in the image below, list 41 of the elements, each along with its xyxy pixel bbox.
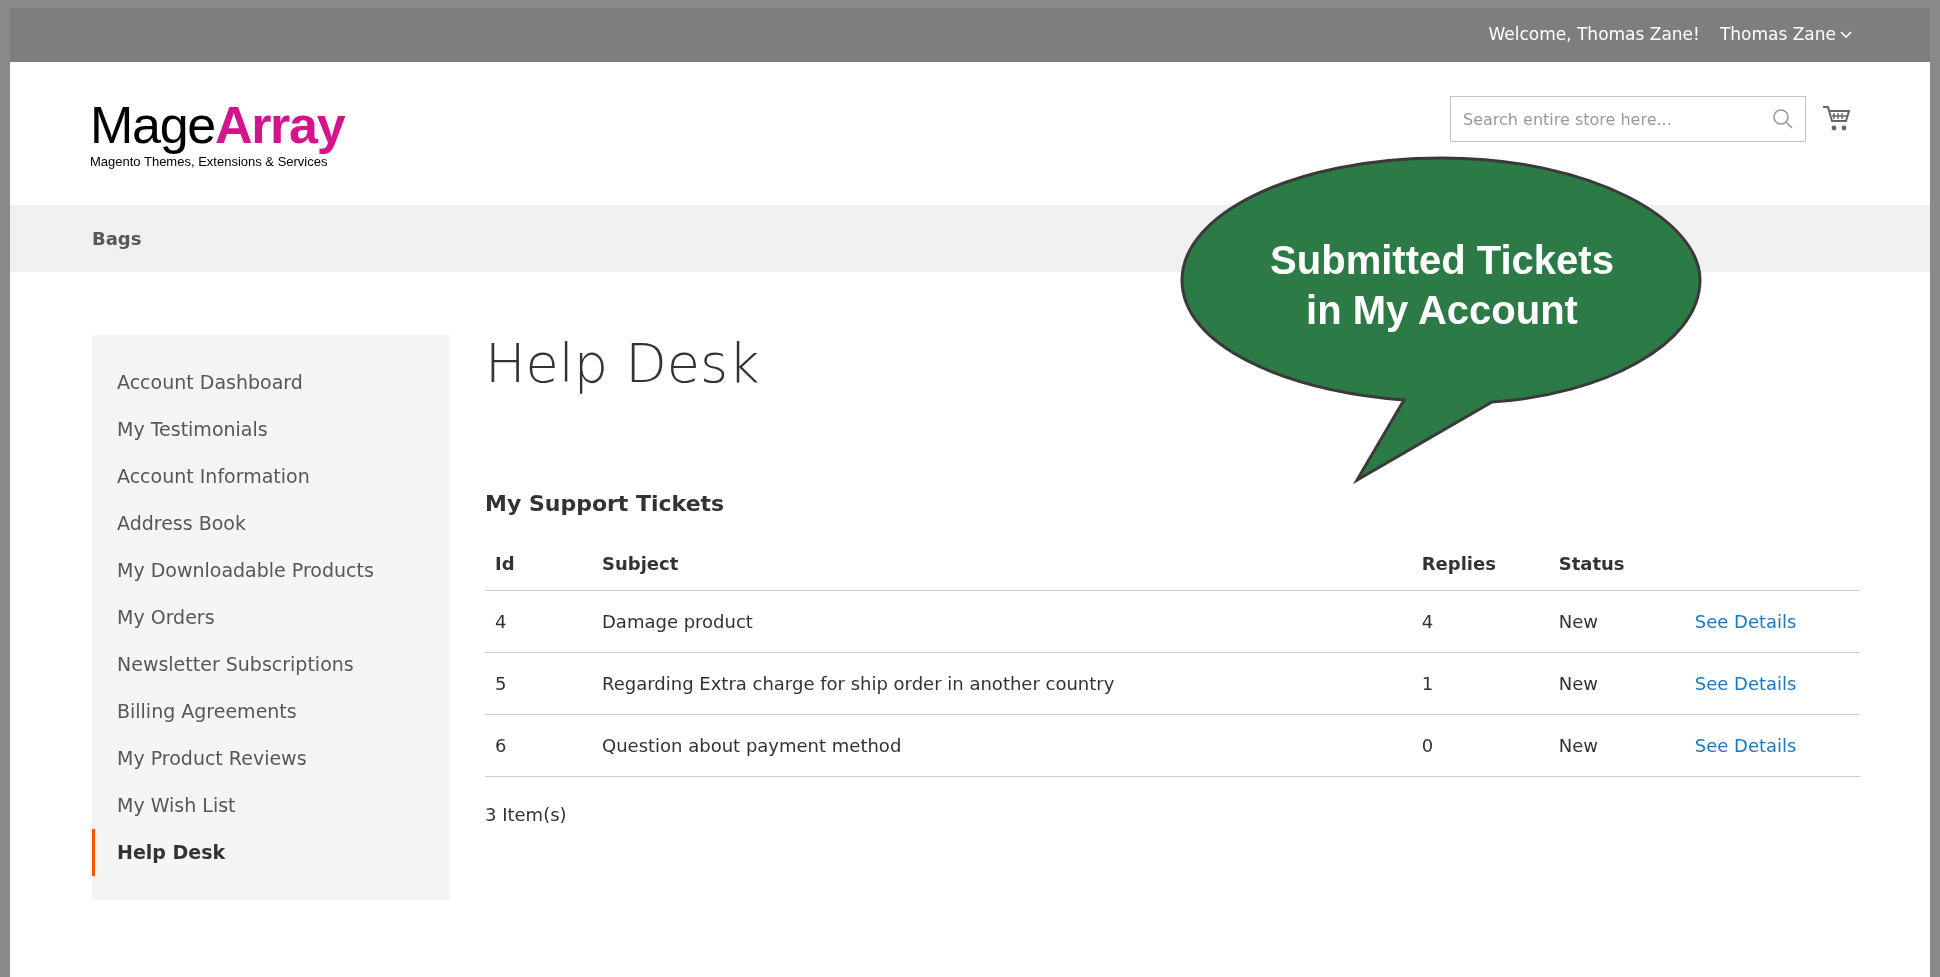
- column-header: Replies: [1411, 538, 1549, 590]
- nav-link[interactable]: Bags: [92, 225, 142, 252]
- welcome-text: Welcome, Thomas Zane!: [1488, 23, 1700, 47]
- cart-icon[interactable]: [1822, 105, 1852, 133]
- see-details-link[interactable]: See Details: [1694, 734, 1797, 756]
- sidebar-link[interactable]: Help Desk: [92, 829, 450, 876]
- table-cell: New: [1548, 714, 1685, 776]
- see-details-link[interactable]: See Details: [1694, 610, 1797, 632]
- table-cell: Regarding Extra charge for ship order in another country: [592, 652, 1412, 714]
- search-field[interactable]: Search entire store here...: [1450, 96, 1806, 142]
- sidebar-link[interactable]: My Wish List: [92, 782, 450, 829]
- sidebar-link[interactable]: Newsletter Subscriptions: [92, 641, 450, 688]
- sidebar-link[interactable]: My Downloadable Products: [92, 547, 450, 594]
- sidebar-link[interactable]: My Product Reviews: [92, 735, 450, 782]
- search-icon: [1772, 108, 1794, 130]
- table-cell: 0: [1411, 714, 1549, 776]
- callout-text: Submitted Tickets in My Account: [1269, 237, 1615, 334]
- section-title: My Support Tickets: [485, 490, 726, 518]
- sidebar-link[interactable]: My Testimonials: [92, 406, 450, 453]
- table-cell: 1: [1411, 652, 1549, 714]
- column-header: Status: [1548, 538, 1685, 590]
- sidebar-link[interactable]: Account Information: [92, 453, 450, 500]
- see-details-link[interactable]: See Details: [1694, 672, 1797, 694]
- sidebar-link[interactable]: My Orders: [92, 594, 450, 641]
- table-cell: New: [1548, 652, 1685, 714]
- column-header: Subject: [592, 538, 1412, 590]
- account-menu[interactable]: Thomas Zane: [1719, 22, 1852, 48]
- sidebar-link[interactable]: Address Book: [92, 500, 450, 547]
- sidebar-link[interactable]: Billing Agreements: [92, 688, 450, 735]
- table-cell: 4: [485, 590, 592, 652]
- table-cell: 4: [1411, 590, 1549, 652]
- table-cell: 6: [485, 714, 592, 776]
- logo[interactable]: MageArray Magento Themes, Extensions & Services: [90, 99, 345, 168]
- table-cell: New: [1548, 590, 1685, 652]
- table-cell: Damage product: [592, 590, 1412, 652]
- table-cell: Question about payment method: [592, 714, 1412, 776]
- item-count: 3 Item(s): [485, 802, 568, 827]
- chevron-down-icon: [1840, 31, 1852, 39]
- table-cell: 5: [485, 652, 592, 714]
- column-header: Id: [485, 538, 592, 590]
- sidebar-link[interactable]: Account Dashboard: [92, 359, 450, 406]
